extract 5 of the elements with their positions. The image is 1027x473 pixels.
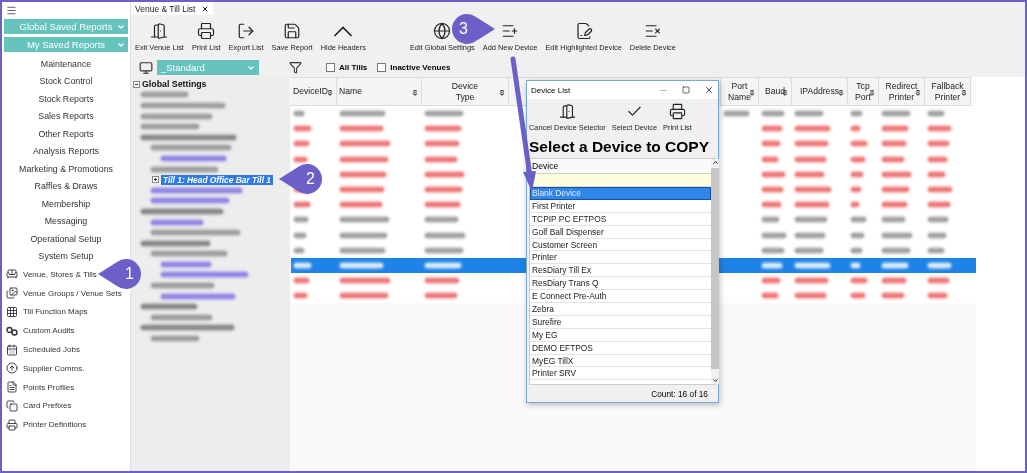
checkbox-label: All Tills	[339, 63, 368, 72]
dialog-heading: Select a Device to COPY	[528, 137, 711, 157]
record-count: Count: 16 of 16	[650, 387, 709, 401]
dialog-title: Device List	[531, 85, 572, 95]
checkbox-label: Inactive Venues	[390, 63, 451, 72]
